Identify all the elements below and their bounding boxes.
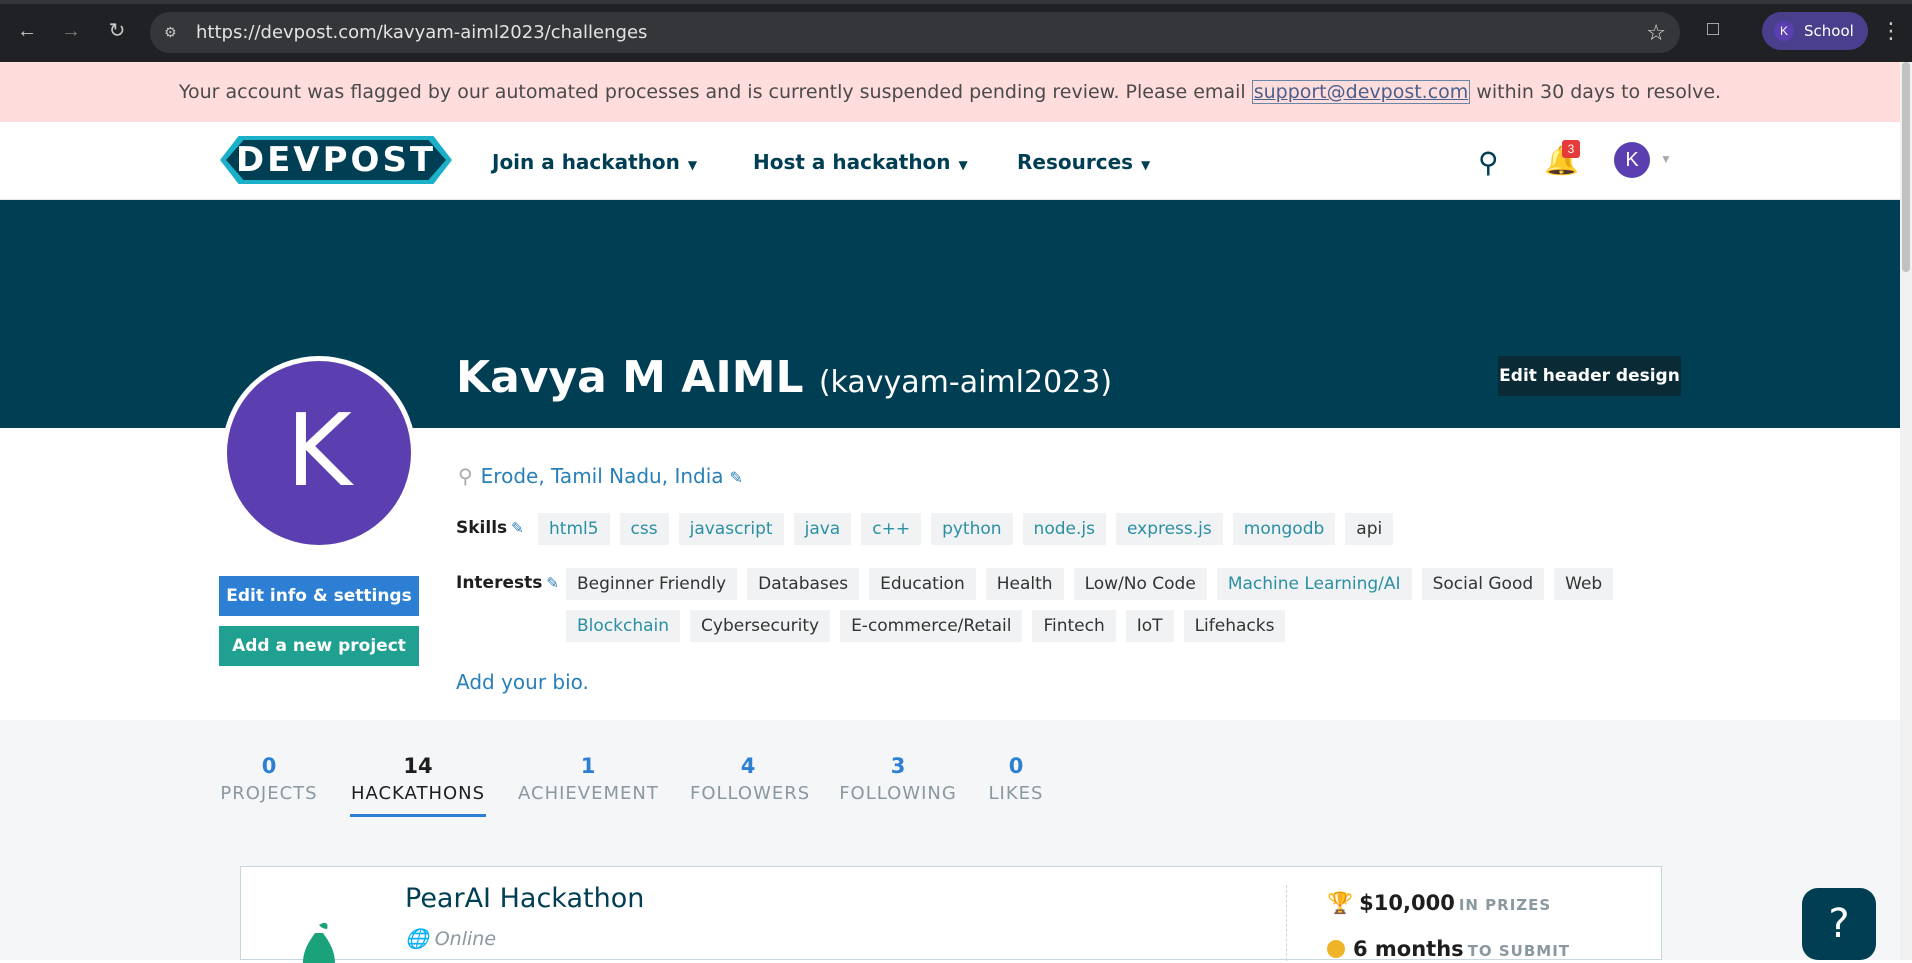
card-divider <box>1286 885 1287 961</box>
tab-likes[interactable]: 0 LIKES <box>988 752 1044 808</box>
browser-chrome: ← → ↻ ⚙ https://devpost.com/kavyam-aiml2… <box>0 0 1912 62</box>
nav-join-hackathon[interactable]: Join a hackathon ▼ <box>492 150 697 174</box>
help-button[interactable]: ? <box>1802 888 1876 960</box>
search-icon[interactable]: ⚲ <box>1478 146 1499 179</box>
tab-following[interactable]: 3 FOLLOWING <box>838 752 958 808</box>
reload-icon[interactable]: ↻ <box>104 18 130 44</box>
hackathon-card[interactable]: PearAI Hackathon 🌐 Online 🏆 $10,000 IN PRI… <box>240 866 1662 963</box>
tab-achievement[interactable]: 1 ACHIEVEMENT <box>518 752 658 808</box>
skill-tag[interactable]: python <box>931 513 1013 545</box>
back-icon[interactable]: ← <box>14 18 40 44</box>
interest-tag: Beginner Friendly <box>566 568 738 600</box>
hackathon-prize: 🏆 $10,000 IN PRIZES <box>1327 891 1552 915</box>
url-text[interactable]: https://devpost.com/kavyam-aiml2023/chal… <box>196 22 647 44</box>
interest-tag: Databases <box>747 568 860 600</box>
skill-tag: api <box>1345 513 1394 545</box>
tab-followers[interactable]: 4 FOLLOWERS <box>690 752 809 808</box>
globe-icon: 🌐 <box>405 928 429 950</box>
scrollbar-thumb[interactable] <box>1902 62 1910 272</box>
interests-label: Interests ✎ <box>456 573 559 593</box>
hackathon-location: 🌐 Online <box>405 928 497 950</box>
address-bar[interactable]: ⚙ https://devpost.com/kavyam-aiml2023/ch… <box>150 12 1680 53</box>
interest-tag: Social Good <box>1421 568 1545 600</box>
chevron-down-icon: ▼ <box>958 158 968 172</box>
edit-skills-pencil-icon[interactable]: ✎ <box>511 519 524 537</box>
caret-down-icon[interactable]: ▼ <box>1660 152 1672 166</box>
skill-tag[interactable]: java <box>793 513 852 545</box>
tab-projects[interactable]: 0 PROJECTS <box>219 752 319 808</box>
skill-tag[interactable]: node.js <box>1022 513 1106 545</box>
profile-location[interactable]: ⚲ Erode, Tamil Nadu, India ✎ <box>458 464 743 488</box>
profile-username: (kavyam-aiml2023) <box>818 365 1113 400</box>
chevron-down-icon: ▼ <box>687 158 698 172</box>
interest-tag: Lifehacks <box>1183 610 1286 642</box>
edit-pencil-icon: ✎ <box>729 468 743 487</box>
site-header: DEVPOST Join a hackathon ▼ Host a hackath… <box>0 122 1900 200</box>
edit-info-settings-button[interactable]: Edit info & settings <box>219 576 419 616</box>
edit-header-design-button[interactable]: Edit header design <box>1498 356 1681 396</box>
hackathon-title[interactable]: PearAI Hackathon <box>405 883 644 914</box>
add-new-project-button[interactable]: Add a new project <box>219 626 419 666</box>
banner-text-after: within 30 days to resolve. <box>1470 81 1722 103</box>
profile-avatar: K <box>222 356 416 550</box>
skill-tag[interactable]: html5 <box>538 513 610 545</box>
trophy-icon: 🏆 <box>1327 891 1354 915</box>
profile-label: School <box>1804 22 1854 40</box>
interests-list: Beginner Friendly Databases Education He… <box>566 568 1686 642</box>
forward-icon[interactable]: → <box>58 18 84 44</box>
interest-tag: Health <box>985 568 1064 600</box>
skills-list: html5 css javascript java c++ python nod… <box>538 513 1698 545</box>
user-avatar-menu[interactable]: K <box>1614 142 1650 178</box>
skill-tag[interactable]: javascript <box>678 513 784 545</box>
tab-strip <box>0 0 1912 4</box>
edit-interests-pencil-icon[interactable]: ✎ <box>546 574 559 592</box>
profile-avatar: K <box>1774 21 1794 41</box>
chevron-down-icon: ▼ <box>1141 158 1151 172</box>
profile-name: Kavya M AIML (kavyam-aiml2023) <box>456 352 1113 403</box>
interest-tag: Web <box>1554 568 1614 600</box>
tab-hackathons[interactable]: 14 HACKATHONS <box>350 752 486 817</box>
suspension-banner: Your account was flagged by our automate… <box>0 62 1900 122</box>
skill-tag[interactable]: mongodb <box>1232 513 1336 545</box>
support-email-link[interactable]: support@devpost.com <box>1251 80 1471 104</box>
interest-tag[interactable]: Blockchain <box>566 610 681 642</box>
interest-tag: IoT <box>1125 610 1174 642</box>
browser-menu-icon[interactable]: ⋮ <box>1880 18 1902 44</box>
skill-tag[interactable]: c++ <box>861 513 922 545</box>
page-scrollbar[interactable] <box>1900 62 1912 960</box>
interest-tag: Education <box>869 568 976 600</box>
nav-resources[interactable]: Resources ▼ <box>1017 150 1150 174</box>
browser-profile-button[interactable]: K School <box>1762 12 1868 50</box>
interest-tag: Cybersecurity <box>690 610 831 642</box>
interest-tag[interactable]: Machine Learning/AI <box>1216 568 1412 600</box>
interest-tag: E-commerce/Retail <box>840 610 1023 642</box>
skill-tag[interactable]: css <box>619 513 669 545</box>
hackathon-deadline: 6 months TO SUBMIT <box>1327 937 1570 961</box>
location-pin-icon: ⚲ <box>458 464 473 488</box>
interest-tag: Fintech <box>1032 610 1116 642</box>
interest-tag: Low/No Code <box>1073 568 1207 600</box>
pear-logo-icon <box>303 922 335 963</box>
site-info-icon[interactable]: ⚙ <box>164 22 184 42</box>
devpost-logo[interactable]: DEVPOST <box>220 136 452 184</box>
banner-text-before: Your account was flagged by our automate… <box>178 81 1252 103</box>
clock-icon <box>1327 940 1345 958</box>
nav-host-hackathon[interactable]: Host a hackathon ▼ <box>753 150 968 174</box>
notification-badge: 3 <box>1562 140 1580 158</box>
skills-label: Skills ✎ <box>456 518 524 538</box>
bookmark-star-icon[interactable]: ☆ <box>1646 20 1666 46</box>
skill-tag[interactable]: express.js <box>1115 513 1223 545</box>
add-bio-link[interactable]: Add your bio. <box>456 670 589 694</box>
extensions-icon[interactable]: □ <box>1700 18 1726 44</box>
